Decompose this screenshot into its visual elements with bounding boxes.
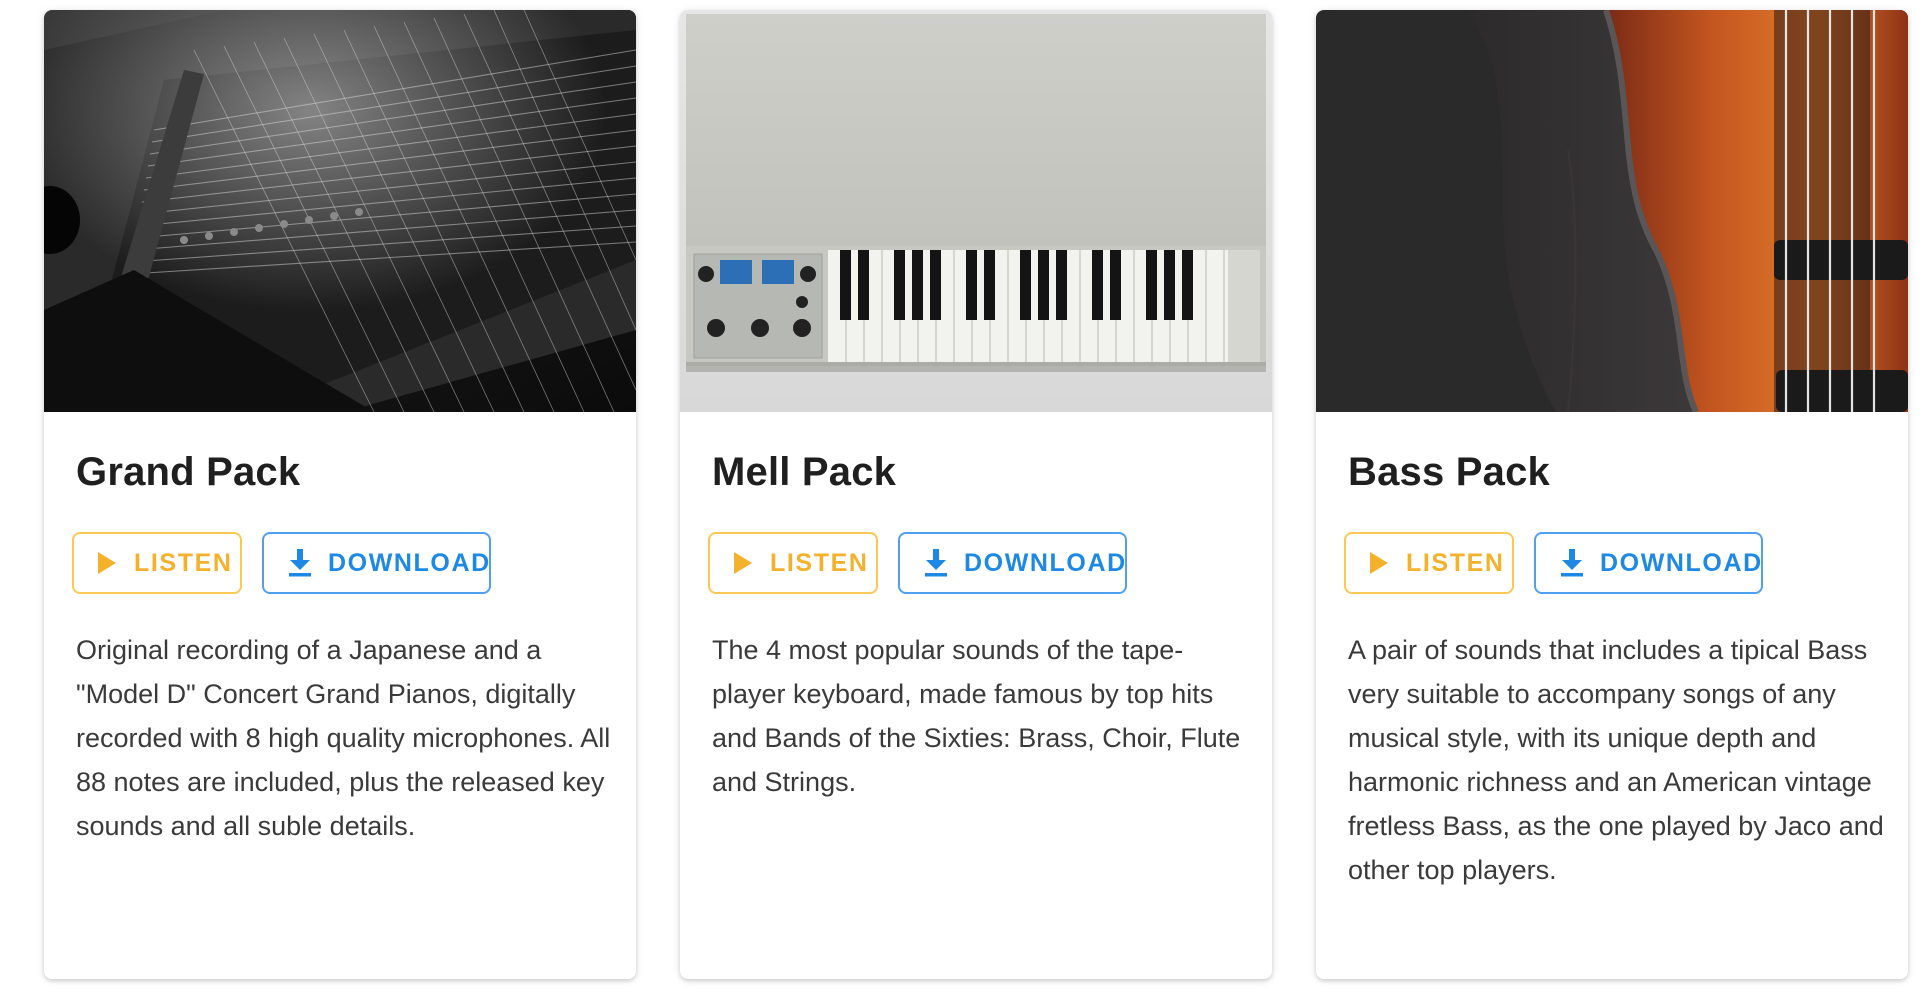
download-button[interactable]: DOWNLOAD [262, 532, 491, 594]
pack-card-mell: Mell Pack LISTEN DOWNLOAD The 4 most pop… [680, 10, 1272, 979]
listen-label: LISTEN [770, 548, 869, 577]
pack-title: Grand Pack [76, 450, 301, 494]
download-icon [924, 549, 948, 577]
listen-label: LISTEN [134, 548, 233, 577]
bass-guitar-image [1316, 10, 1908, 412]
listen-button[interactable]: LISTEN [72, 532, 242, 594]
pack-card-grand: Grand Pack LISTEN DOWNLOAD Original reco… [44, 10, 636, 979]
pack-title: Bass Pack [1348, 450, 1550, 494]
grand-piano-image [44, 10, 636, 412]
download-label: DOWNLOAD [1600, 548, 1763, 577]
listen-button[interactable]: LISTEN [708, 532, 878, 594]
play-icon [98, 552, 116, 574]
pack-card-bass: Bass Pack LISTEN DOWNLOAD A pair of soun… [1316, 10, 1908, 979]
listen-button[interactable]: LISTEN [1344, 532, 1514, 594]
download-icon [288, 549, 312, 577]
sound-pack-grid: Grand Pack LISTEN DOWNLOAD Original reco… [44, 10, 1912, 980]
mellotron-image [680, 10, 1272, 412]
listen-label: LISTEN [1406, 548, 1505, 577]
play-icon [734, 552, 752, 574]
pack-actions: LISTEN DOWNLOAD [708, 532, 1127, 594]
play-icon [1370, 552, 1388, 574]
download-button[interactable]: DOWNLOAD [898, 532, 1127, 594]
pack-actions: LISTEN DOWNLOAD [1344, 532, 1763, 594]
download-label: DOWNLOAD [964, 548, 1127, 577]
pack-description: A pair of sounds that includes a tipical… [1348, 635, 1884, 885]
pack-title: Mell Pack [712, 450, 897, 494]
pack-actions: LISTEN DOWNLOAD [72, 532, 491, 594]
pack-description: Original recording of a Japanese and a "… [76, 635, 611, 841]
pack-description: The 4 most popular sounds of the tape-pl… [712, 635, 1241, 797]
download-button[interactable]: DOWNLOAD [1534, 532, 1763, 594]
download-icon [1560, 549, 1584, 577]
download-label: DOWNLOAD [328, 548, 491, 577]
